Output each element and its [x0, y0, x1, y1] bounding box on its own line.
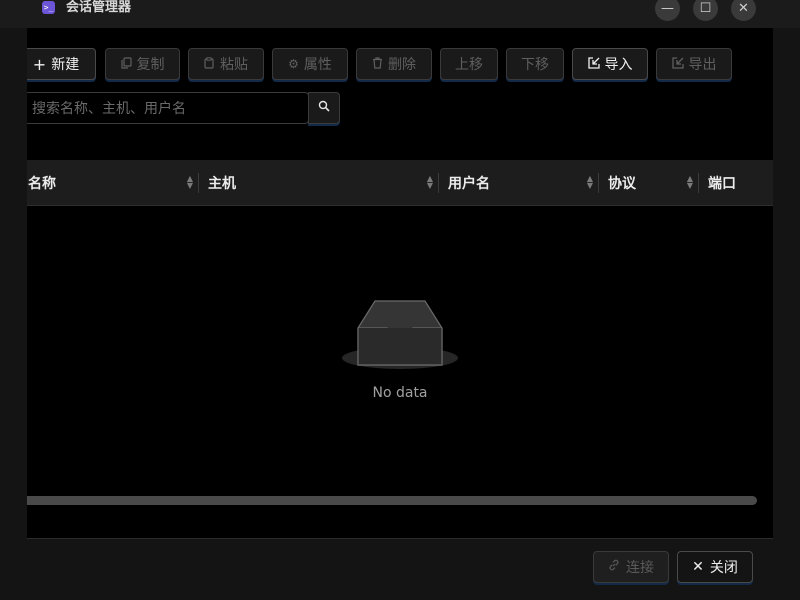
move-up-button[interactable]: 上移 [440, 48, 498, 80]
empty-inbox-icon [342, 300, 458, 369]
move-down-label: 下移 [521, 57, 549, 73]
column-label: 名称 [28, 176, 56, 192]
close-icon: ✕ [692, 559, 704, 575]
search-button[interactable] [308, 92, 340, 124]
delete-button[interactable]: 删除 [356, 48, 432, 80]
close-label: 关闭 [709, 560, 738, 576]
column-label: 主机 [208, 176, 236, 192]
column-header-protocol[interactable]: 协议 ▲ ▼ [599, 160, 699, 206]
copy-button[interactable]: 复制 [105, 48, 180, 80]
import-label: 导入 [604, 57, 633, 73]
maximize-button[interactable]: ☐ [693, 0, 718, 21]
move-up-label: 上移 [455, 57, 483, 73]
new-label: 新建 [51, 57, 80, 73]
horizontal-scrollbar[interactable] [27, 496, 757, 505]
column-header-username[interactable]: 用户名 ▲ ▼ [439, 160, 599, 206]
title-bar: >_ 会话管理器 — ☐ ✕ [0, 0, 800, 28]
session-manager-panel: + 新建 复制 粘贴 ⚙ 属性 删除 上移 下移 导入 导出 搜索名称、主机、用… [27, 28, 773, 538]
gear-icon: ⚙ [288, 57, 299, 71]
sort-icon[interactable]: ▲ ▼ [427, 175, 433, 190]
column-header-host[interactable]: 主机 ▲ ▼ [199, 160, 439, 206]
column-header-name[interactable]: 名称 ▲ ▼ [27, 160, 199, 206]
trash-icon [372, 56, 383, 72]
terminal-icon: >_ [42, 1, 55, 14]
plus-icon: + [32, 54, 47, 74]
delete-label: 删除 [388, 57, 416, 73]
empty-state-text: No data [372, 385, 428, 401]
column-label: 端口 [708, 176, 736, 192]
table-header: 名称 ▲ ▼ 主机 ▲ ▼ 用户名 ▲ ▼ 协议 ▲ ▼ 端口 [27, 160, 773, 206]
close-window-button[interactable]: ✕ [731, 0, 756, 21]
connect-label: 连接 [626, 560, 654, 576]
copy-icon [120, 56, 132, 72]
properties-button[interactable]: ⚙ 属性 [272, 48, 348, 80]
close-icon: ✕ [738, 1, 749, 16]
new-button[interactable]: + 新建 [27, 48, 96, 80]
minimize-icon: — [661, 1, 674, 16]
column-header-port[interactable]: 端口 [699, 160, 773, 206]
search-icon [318, 100, 330, 116]
paste-label: 粘贴 [220, 57, 248, 73]
copy-label: 复制 [136, 57, 165, 73]
minimize-button[interactable]: — [655, 0, 680, 21]
sort-icon[interactable]: ▲ ▼ [187, 175, 193, 190]
sort-icon[interactable]: ▲ ▼ [587, 175, 593, 190]
dialog-footer: 连接 ✕ 关闭 [27, 538, 773, 600]
column-label: 用户名 [448, 176, 490, 192]
search-placeholder: 搜索名称、主机、用户名 [32, 101, 186, 117]
window-title: 会话管理器 [66, 0, 132, 15]
properties-label: 属性 [303, 57, 332, 73]
export-label: 导出 [688, 57, 717, 73]
paste-icon [204, 56, 215, 72]
search-input[interactable]: 搜索名称、主机、用户名 [27, 92, 309, 124]
link-icon [608, 559, 620, 575]
close-button[interactable]: ✕ 关闭 [677, 551, 753, 583]
import-icon [587, 56, 600, 72]
export-button[interactable]: 导出 [656, 48, 732, 80]
paste-button[interactable]: 粘贴 [188, 48, 264, 80]
toolbar: + 新建 复制 粘贴 ⚙ 属性 删除 上移 下移 导入 导出 [27, 48, 773, 81]
move-down-button[interactable]: 下移 [506, 48, 564, 80]
maximize-icon: ☐ [699, 1, 712, 16]
connect-button[interactable]: 连接 [593, 551, 669, 583]
import-button[interactable]: 导入 [572, 48, 648, 80]
export-icon [671, 56, 684, 72]
sort-icon[interactable]: ▲ ▼ [687, 175, 693, 190]
column-label: 协议 [608, 176, 636, 192]
